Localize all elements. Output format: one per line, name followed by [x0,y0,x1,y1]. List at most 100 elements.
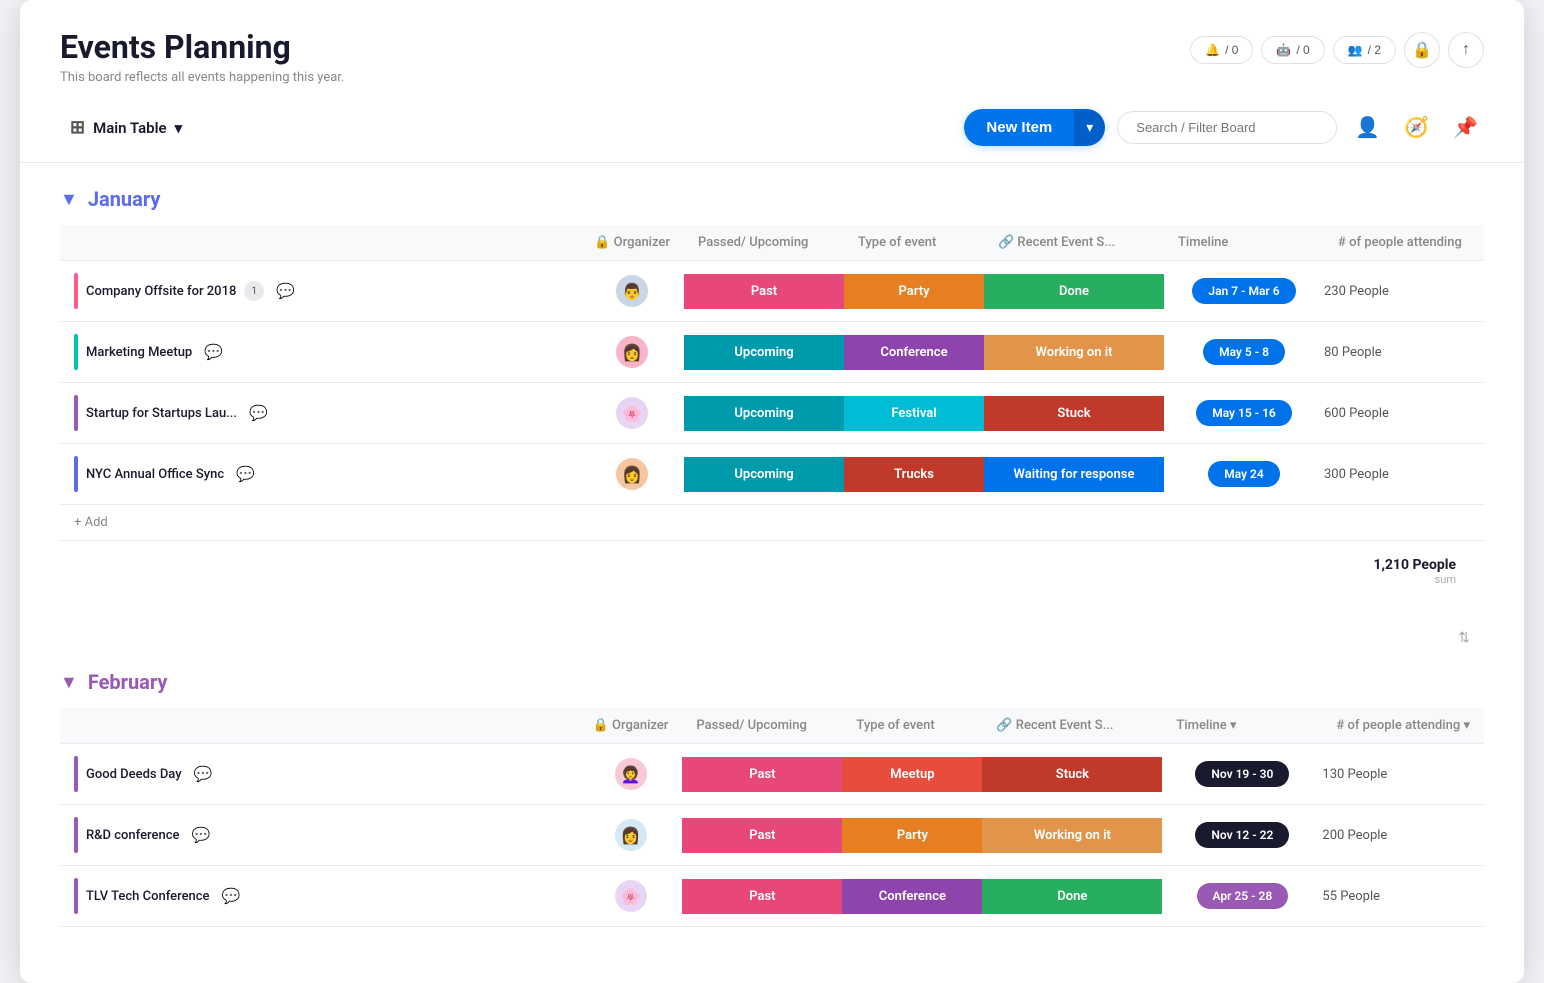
comment-icon[interactable]: 💬 [236,465,255,483]
type-badge: Meetup [842,757,982,792]
passed-upcoming-cell: Upcoming [684,444,844,505]
comment-icon[interactable]: 💬 [191,826,210,844]
type-badge: Trucks [844,457,984,492]
timeline-badge: Apr 25 - 28 [1197,883,1289,909]
january-sum: 1,210 People sum [1359,549,1470,594]
row-color-bar [74,756,78,792]
lock-btn[interactable]: 🔒 [1404,32,1440,68]
table-row: R&D conference 💬 👩 Past Party Working on… [60,805,1484,866]
people-icon: 👥 [1348,43,1363,57]
group-january: ▼ January 🔒 Organizer Passed/ Upcoming T… [60,187,1484,598]
timeline-cell: Nov 12 - 22 [1162,805,1322,866]
th-timeline: Timeline [1164,225,1324,261]
board-title: Events Planning [60,28,344,66]
organizer-cell: 👩 [580,444,684,505]
table-row: Marketing Meetup 💬 👩 Upcoming Conference… [60,322,1484,383]
event-status-badge: Working on it [982,818,1162,853]
upload-btn[interactable]: ↑ [1448,32,1484,68]
timeline-badge: May 24 [1208,461,1280,487]
type-cell: Conference [844,322,984,383]
board-info: Events Planning This board reflects all … [60,28,344,85]
event-status-badge: Waiting for response [984,457,1164,492]
passed-upcoming-badge: Past [682,879,842,914]
timeline-badge: Jan 7 - Mar 6 [1192,278,1295,304]
january-add-row[interactable]: + Add [60,505,1484,540]
comment-icon[interactable]: 💬 [276,282,295,300]
people-cell: 130 People [1322,744,1484,805]
comment-icon[interactable]: 💬 [222,887,241,905]
timeline-cell: May 15 - 16 [1164,383,1324,444]
sort-arrow-icon: ▾ [1230,718,1237,733]
january-title: January [88,187,161,211]
compass-icon-btn[interactable]: 🧭 [1398,111,1435,144]
event-status-cell: Stuck [984,383,1164,444]
organizer-cell: 👩‍🦱 [579,744,683,805]
event-status-badge: Stuck [982,757,1162,792]
upload-icon: ↑ [1462,41,1470,59]
people-cell: 80 People [1324,322,1484,383]
timeline-badge: Nov 12 - 22 [1195,822,1289,848]
row-name-text: Good Deeds Day [86,767,182,782]
people-cell: 300 People [1324,444,1484,505]
timeline-cell: Nov 19 - 30 [1162,744,1322,805]
organizer-cell: 🌸 [579,866,683,927]
chevron-down-icon: ▾ [1086,119,1093,135]
automations-btn[interactable]: 🤖 / 0 [1261,36,1324,64]
new-item-button[interactable]: New Item [964,109,1074,146]
search-input[interactable] [1117,111,1337,144]
passed-upcoming-badge: Upcoming [684,457,844,492]
comment-icon[interactable]: 💬 [249,404,268,422]
lock-th-icon: 🔒 [594,235,610,250]
row-color-bar [74,878,78,914]
table-row: Company Offsite for 2018 1 💬 👨 Past Part… [60,261,1484,322]
person-icon-btn[interactable]: 👤 [1349,111,1386,144]
app-window: Events Planning This board reflects all … [20,0,1524,983]
link-th-icon: 🔗 [998,235,1014,250]
header-actions: 🔔 / 0 🤖 / 0 👥 / 2 🔒 ↑ [1190,32,1484,68]
group-february: ▼ February 🔒 Organizer Passed/ Upcoming … [60,670,1484,927]
timeline-cell: May 24 [1164,444,1324,505]
row-name-cell: NYC Annual Office Sync 💬 [60,444,580,505]
event-status-badge: Done [982,879,1162,914]
compass-icon: 🧭 [1404,117,1429,139]
type-cell: Trucks [844,444,984,505]
header: Events Planning This board reflects all … [20,0,1524,93]
notifications-btn[interactable]: 🔔 / 0 [1190,36,1253,64]
invite-btn[interactable]: 👥 / 2 [1333,36,1396,64]
feb-th-people: # of people attending ▾ [1322,708,1484,744]
row-color-bar [74,395,78,431]
passed-upcoming-cell: Past [682,744,842,805]
row-name-text: R&D conference [86,828,179,843]
bell-icon: 🔔 [1205,43,1220,57]
january-table: 🔒 Organizer Passed/ Upcoming Type of eve… [60,225,1484,505]
lock-icon: 🔒 [1412,40,1432,60]
feb-link-th-icon: 🔗 [996,718,1012,733]
new-item-dropdown-button[interactable]: ▾ [1074,109,1105,146]
th-recent-event-status: 🔗 Recent Event S... [984,225,1164,261]
january-chevron[interactable]: ▼ [60,189,78,210]
event-status-cell: Stuck [982,744,1162,805]
passed-upcoming-cell: Past [682,866,842,927]
th-passed-upcoming: Passed/ Upcoming [684,225,844,261]
february-chevron[interactable]: ▼ [60,672,78,693]
timeline-badge: May 15 - 16 [1196,400,1292,426]
row-name-text: Marketing Meetup [86,345,192,360]
january-sum-label: sum [1373,573,1456,586]
table-selector[interactable]: ⊞ Main Table ▾ [60,111,192,144]
resize-handle[interactable]: ⇅ [1458,630,1470,646]
pin-icon-btn[interactable]: 📌 [1447,111,1484,144]
feb-th-organizer: 🔒 Organizer [579,708,683,744]
feb-th-type-of-event: Type of event [842,708,982,744]
row-name-cell: TLV Tech Conference 💬 [60,866,579,927]
th-people: # of people attending [1324,225,1484,261]
row-color-bar [74,817,78,853]
type-cell: Party [842,805,982,866]
passed-upcoming-badge: Past [684,274,844,309]
comment-icon[interactable]: 💬 [194,765,213,783]
table-row: NYC Annual Office Sync 💬 👩 Upcoming Truc… [60,444,1484,505]
people-cell: 600 People [1324,383,1484,444]
group-january-header: ▼ January [60,187,1484,211]
toolbar: ⊞ Main Table ▾ New Item ▾ 👤 🧭 📌 [20,93,1524,163]
comment-icon[interactable]: 💬 [204,343,223,361]
comment-badge: 1 [244,281,264,301]
